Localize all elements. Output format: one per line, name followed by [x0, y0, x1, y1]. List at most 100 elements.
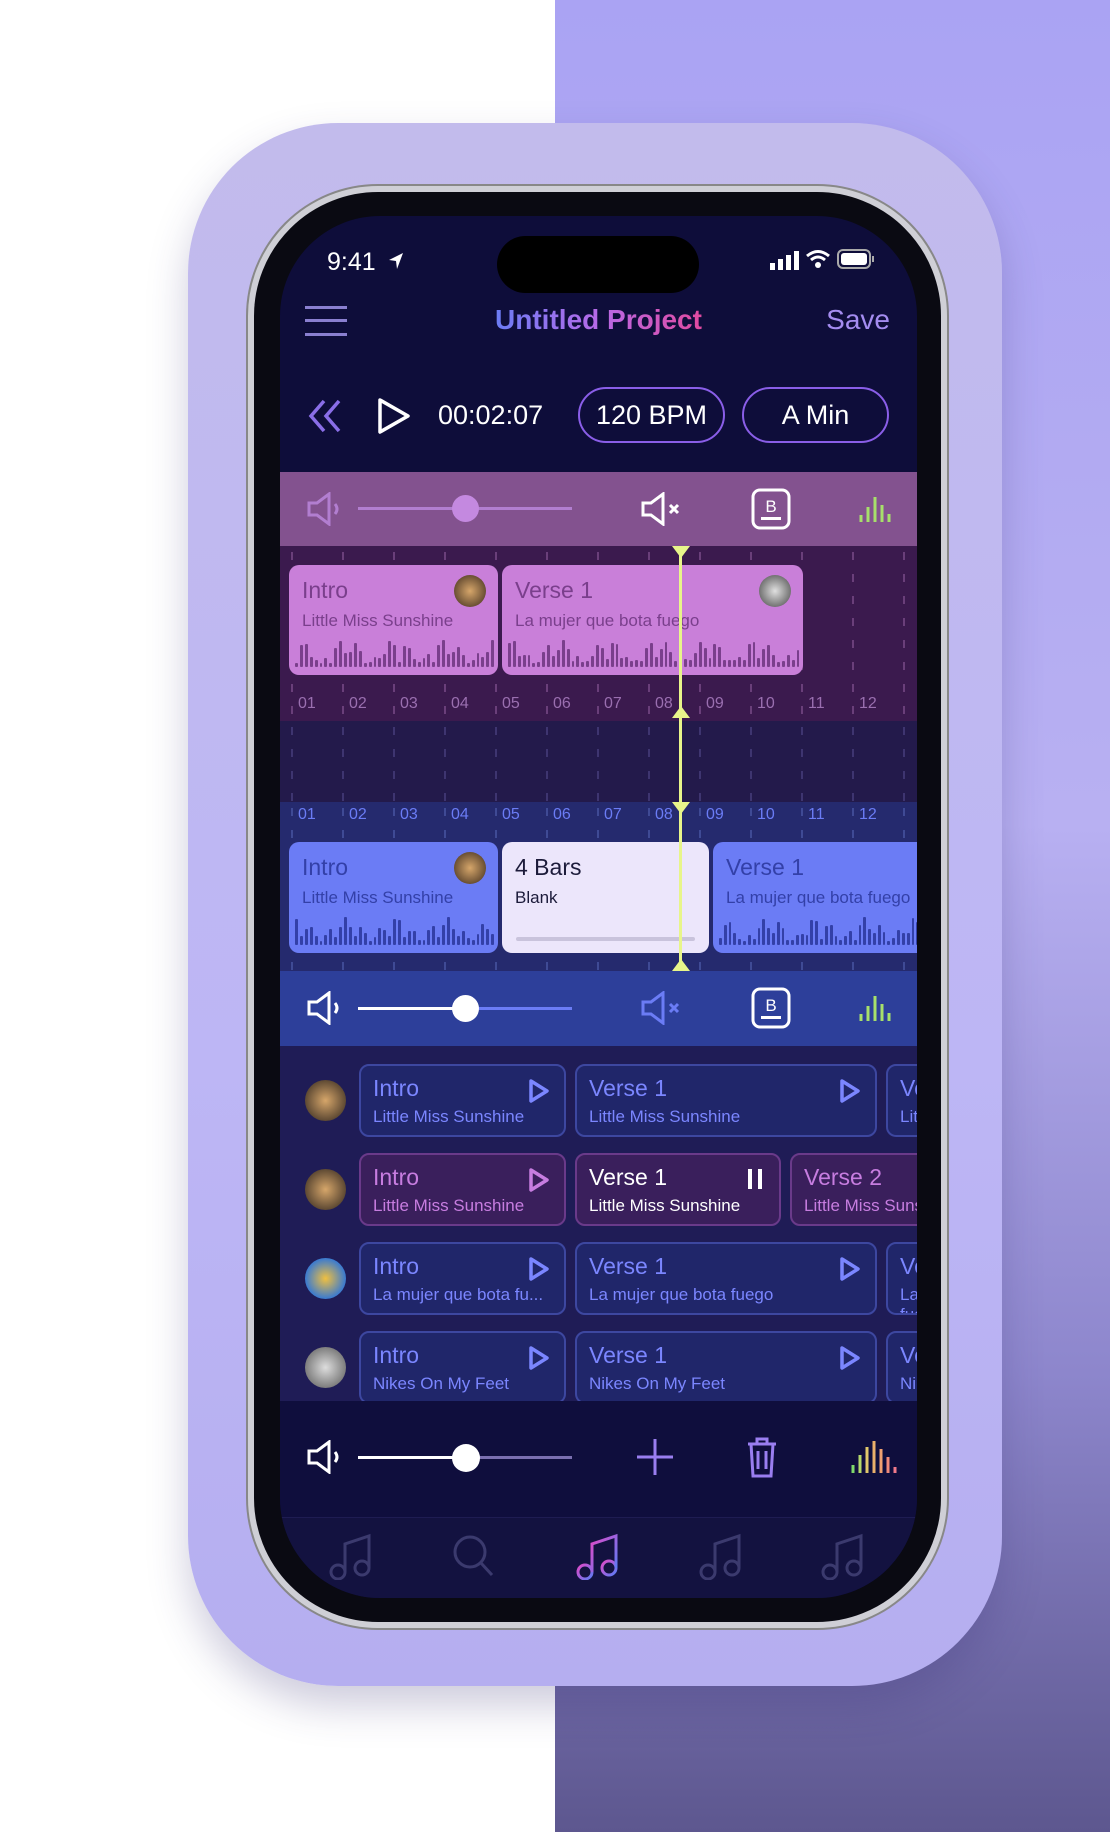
track1-clip[interactable]: Verse 1 La mujer que bota fuego	[502, 565, 803, 675]
volume-slider-knob[interactable]	[452, 495, 479, 522]
volume-slider[interactable]	[358, 1456, 465, 1459]
clip-title: Intro	[302, 854, 349, 880]
volume-slider[interactable]	[358, 1007, 465, 1010]
ruler-label: 04	[451, 695, 469, 712]
waveform-bar	[319, 662, 323, 667]
loop-card[interactable]: Verse 2 Little Miss Sunshine	[886, 1064, 917, 1137]
bpm-button[interactable]: 120 BPM	[578, 387, 725, 443]
waveform-bar	[383, 929, 387, 945]
waveform-bar	[456, 936, 460, 945]
play-icon[interactable]	[528, 1167, 550, 1193]
grid-tick	[903, 706, 905, 714]
loop-card[interactable]: Intro Little Miss Sunshine	[359, 1064, 566, 1137]
waveform-bar	[471, 659, 475, 667]
play-icon[interactable]	[377, 397, 411, 435]
waveform-bar	[906, 932, 910, 945]
loop-card[interactable]: Intro Nikes On My Feet	[359, 1331, 566, 1404]
grid-tick	[546, 808, 548, 816]
track2-clip[interactable]: Verse 1 La mujer que bota fuego	[713, 842, 917, 953]
grid-tick	[393, 808, 395, 816]
levels-icon[interactable]	[858, 993, 894, 1023]
loop-card[interactable]: Intro La mujer que bota fu...	[359, 1242, 566, 1315]
grid-tick	[597, 771, 599, 779]
waveform-bar	[427, 930, 431, 945]
mute-icon[interactable]	[641, 492, 683, 526]
bounce-icon[interactable]: B	[751, 488, 791, 530]
tab-music-note-icon[interactable]	[575, 1530, 623, 1580]
card-title: Intro	[373, 1164, 420, 1190]
grid-tick	[852, 830, 854, 838]
grid-tick	[291, 808, 293, 816]
loop-card[interactable]: Verse 1 Little Miss Sunshine	[575, 1153, 781, 1226]
ruler-label: 05	[502, 695, 520, 712]
volume-icon[interactable]	[307, 991, 343, 1025]
play-icon[interactable]	[839, 1078, 861, 1104]
add-icon[interactable]	[635, 1437, 675, 1477]
waveform-bar	[466, 662, 470, 667]
tab-music-note-icon[interactable]	[328, 1530, 376, 1580]
levels-icon[interactable]	[850, 1439, 898, 1475]
waveform-bar	[737, 656, 741, 667]
save-button[interactable]: Save	[826, 304, 890, 336]
loop-card[interactable]: Verse 1 La mujer que bota fuego	[575, 1242, 877, 1315]
waveform-bar	[427, 654, 431, 667]
play-icon[interactable]	[839, 1345, 861, 1371]
trash-icon[interactable]	[746, 1436, 778, 1478]
grid-tick	[291, 684, 293, 692]
blank-clip[interactable]: 4 Bars Blank	[502, 842, 709, 953]
clip-title: Intro	[302, 577, 349, 603]
grid-tick	[291, 793, 293, 801]
playhead[interactable]	[679, 546, 682, 971]
grid-tick	[444, 771, 446, 779]
tab-music-note-icon[interactable]	[698, 1530, 746, 1580]
grid-tick	[648, 749, 650, 757]
waveform-bar	[649, 642, 653, 667]
waveform-bar	[417, 939, 421, 945]
play-icon[interactable]	[528, 1078, 550, 1104]
loop-card[interactable]: Verse 1 Little Miss Sunshine	[575, 1064, 877, 1137]
play-icon[interactable]	[528, 1345, 550, 1371]
artist-avatar	[305, 1169, 346, 1210]
play-icon[interactable]	[528, 1256, 550, 1282]
loop-card[interactable]: Verse 2 Little Miss Sunshine	[790, 1153, 917, 1226]
waveform-bar	[839, 940, 843, 945]
card-subtitle: Little Miss Sunshine	[589, 1107, 741, 1126]
loop-card[interactable]: Verse 2 La mujer que bota fuego	[886, 1242, 917, 1315]
key-button[interactable]: A Min	[742, 387, 889, 443]
bounce-icon[interactable]: B	[751, 987, 791, 1029]
waveform-bar	[319, 940, 323, 945]
grid-tick	[291, 727, 293, 735]
ruler-label: 04	[451, 806, 469, 823]
waveform-bar	[771, 933, 775, 945]
grid-tick	[648, 793, 650, 801]
volume-icon[interactable]	[307, 492, 343, 526]
volume-slider-knob[interactable]	[452, 1444, 480, 1472]
clip-subtitle: La mujer que bota fuego	[726, 888, 911, 907]
grid-tick	[750, 684, 752, 692]
loop-card[interactable]: Intro Little Miss Sunshine	[359, 1153, 566, 1226]
volume-slider-knob[interactable]	[452, 995, 479, 1022]
waveform-bar	[693, 652, 697, 667]
waveform-bar	[461, 931, 465, 945]
loop-card[interactable]: Verse 2 Nikes On My Feet	[886, 1331, 917, 1404]
pause-icon[interactable]	[745, 1167, 765, 1191]
waveform-bar	[786, 940, 790, 945]
loop-card[interactable]: Verse 1 Nikes On My Feet	[575, 1331, 877, 1404]
rewind-icon[interactable]	[307, 398, 343, 434]
volume-icon[interactable]	[307, 1440, 343, 1474]
artist-avatar	[759, 575, 791, 607]
project-title[interactable]: Untitled Project	[280, 304, 917, 336]
waveform-bar	[620, 658, 624, 667]
levels-icon[interactable]	[858, 494, 894, 524]
card-subtitle: La mujer que bota fuego	[900, 1285, 917, 1315]
waveform-bar	[762, 649, 766, 667]
tab-search-icon[interactable]	[450, 1530, 498, 1580]
grid-tick	[801, 830, 803, 838]
mute-icon[interactable]	[641, 991, 683, 1025]
play-icon[interactable]	[839, 1256, 861, 1282]
tab-music-note-icon[interactable]	[820, 1530, 868, 1580]
track2-clip[interactable]: Intro Little Miss Sunshine	[289, 842, 498, 953]
waveform-bar	[882, 932, 886, 945]
grid-tick	[648, 808, 650, 816]
track1-clip[interactable]: Intro Little Miss Sunshine	[289, 565, 498, 675]
